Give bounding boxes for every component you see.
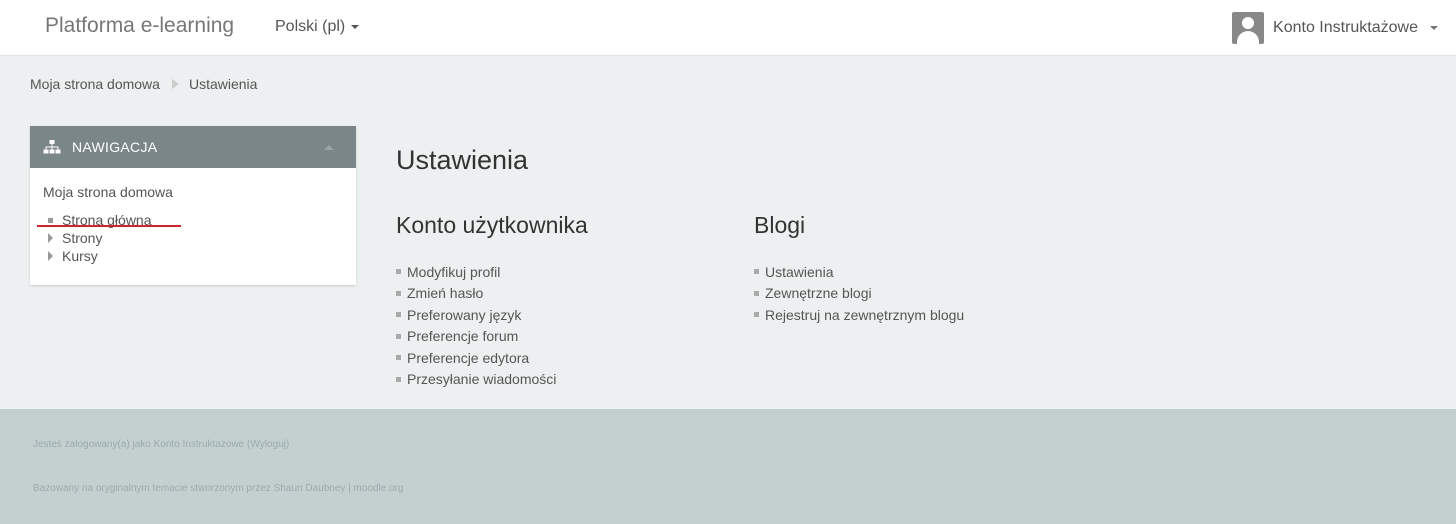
bullet-square-icon [396,312,401,318]
edit-profile-link[interactable]: Modyfikuj profil [407,264,500,280]
nav-item-label: Kursy [62,248,98,264]
top-navbar: Platforma e-learning Polski (pl) Konto I… [0,0,1456,56]
account-section: Konto użytkownika Modyfikuj profil Zmień… [396,212,588,390]
bullet-square-icon [48,217,53,223]
nav-item-my-home[interactable]: Moja strona domowa [43,184,356,208]
bullet-square-icon [754,312,759,318]
sitemap-icon [43,140,61,154]
account-section-heading: Konto użytkownika [396,212,588,238]
list-item: Preferencje edytora [396,347,588,369]
highlight-underline [37,225,181,227]
blogs-section-heading: Blogi [754,212,806,238]
breadcrumb-home-link[interactable]: Moja strona domowa [30,76,160,92]
blogs-links-list: Ustawienia Zewnętrzne blogi Rejestruj na… [754,261,964,326]
bullet-square-icon [396,333,401,339]
bullet-square-icon [396,355,401,361]
list-item: Zmień hasło [396,283,588,305]
logout-link[interactable]: (Wyloguj) [247,439,289,450]
page-footer: Jesteś zalogowany(a) jako Konto Instrukt… [0,409,1456,524]
avatar-icon [1232,12,1265,44]
preferred-language-link[interactable]: Preferowany język [407,307,521,323]
language-menu[interactable]: Polski (pl) [275,18,360,36]
caret-down-icon [1430,26,1438,30]
navigation-block-header: NAWIGACJA [30,126,356,168]
editor-preferences-link[interactable]: Preferencje edytora [407,350,529,366]
list-item: Rejestruj na zewnętrznym blogu [754,304,964,326]
list-item: Zewnętrzne blogi [754,283,964,305]
bullet-square-icon [396,269,401,275]
bullet-square-icon [396,376,401,382]
collapse-toggle-icon[interactable] [324,145,334,150]
nav-item-label: Strony [62,230,103,246]
breadcrumb: Moja strona domowa Ustawienia [30,76,257,92]
bullet-square-icon [754,290,759,296]
bullet-square-icon [754,269,759,275]
blogs-section: Blogi Ustawienia Zewnętrzne blogi Rejest… [754,212,964,326]
breadcrumb-separator-icon [171,79,179,89]
footer-user-link[interactable]: Konto Instruktażowe [154,439,245,450]
nav-item-courses[interactable]: Kursy [43,244,356,268]
login-info: Jesteś zalogowany(a) jako Konto Instrukt… [33,439,289,450]
page-title: Ustawienia [396,145,529,175]
expand-arrow-icon [48,233,53,243]
blog-settings-link[interactable]: Ustawienia [765,264,833,280]
list-item: Preferencje forum [396,326,588,348]
theme-credit: Bazowany na oryginalnym temacie stworzon… [33,483,404,494]
list-item: Modyfikuj profil [396,261,588,283]
site-brand-link[interactable]: Platforma e-learning [45,14,234,38]
messaging-link[interactable]: Przesyłanie wiadomości [407,371,556,387]
register-external-blog-link[interactable]: Rejestruj na zewnętrznym blogu [765,307,964,323]
login-prefix: Jesteś zalogowany(a) jako [33,439,154,450]
list-item: Preferowany język [396,304,588,326]
expand-arrow-icon [48,251,53,261]
list-item: Przesyłanie wiadomości [396,369,588,391]
account-links-list: Modyfikuj profil Zmień hasło Preferowany… [396,261,588,390]
breadcrumb-current-link[interactable]: Ustawienia [189,76,257,92]
language-label: Polski (pl) [275,18,346,35]
navigation-tree: Moja strona domowa Strona główna Strony … [30,168,356,268]
navigation-block: NAWIGACJA Moja strona domowa Strona głów… [30,126,356,285]
list-item: Ustawienia [754,261,964,283]
caret-down-icon [351,24,360,29]
bullet-square-icon [396,290,401,296]
user-menu[interactable]: Konto Instruktażowe [1232,12,1438,44]
external-blogs-link[interactable]: Zewnętrzne blogi [765,285,872,301]
change-password-link[interactable]: Zmień hasło [407,285,483,301]
forum-preferences-link[interactable]: Preferencje forum [407,328,518,344]
user-name: Konto Instruktażowe [1273,19,1418,36]
navigation-block-title: NAWIGACJA [72,139,158,155]
